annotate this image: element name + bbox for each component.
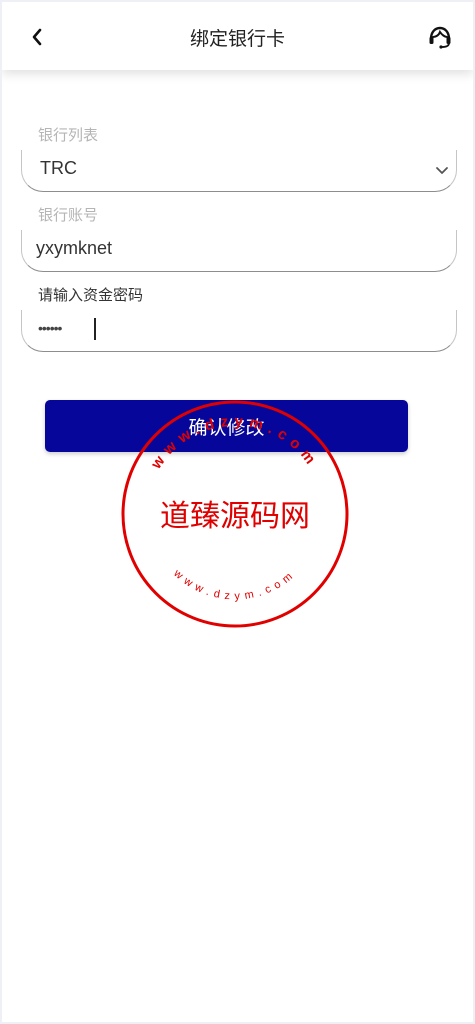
customer-service-button[interactable] [425, 22, 455, 52]
bank-account-field[interactable]: yxymknet [21, 230, 457, 272]
fund-password-label: 请输入资金密码 [38, 286, 144, 304]
top-bar: 绑定银行卡 [2, 2, 473, 70]
fund-password-field[interactable]: •••••• [21, 310, 457, 352]
phone-screen: 绑定银行卡 银行列表 TRC 银行账号 yxymknet 请输入资金密码 •••… [2, 2, 473, 1022]
bank-select-value: TRC [40, 158, 77, 178]
watermark-ring-bottom: www.dzym.com [170, 567, 293, 603]
text-caret [94, 318, 96, 340]
password-mask: •••••• [38, 320, 62, 336]
svg-text:www.dzym.com: www.dzym.com [170, 567, 298, 603]
bank-select[interactable]: TRC [21, 150, 457, 192]
page-title: 绑定银行卡 [189, 28, 285, 50]
bank-account-value: yxymknet [36, 238, 113, 258]
bank-list-label: 银行列表 [38, 126, 99, 144]
watermark-text: 道臻源码网 [160, 499, 310, 534]
bank-account-label: 银行账号 [38, 206, 99, 224]
confirm-button[interactable]: 确认修改 [45, 400, 408, 452]
chevron-down-icon [436, 167, 448, 174]
customer-service-icon [429, 26, 451, 49]
